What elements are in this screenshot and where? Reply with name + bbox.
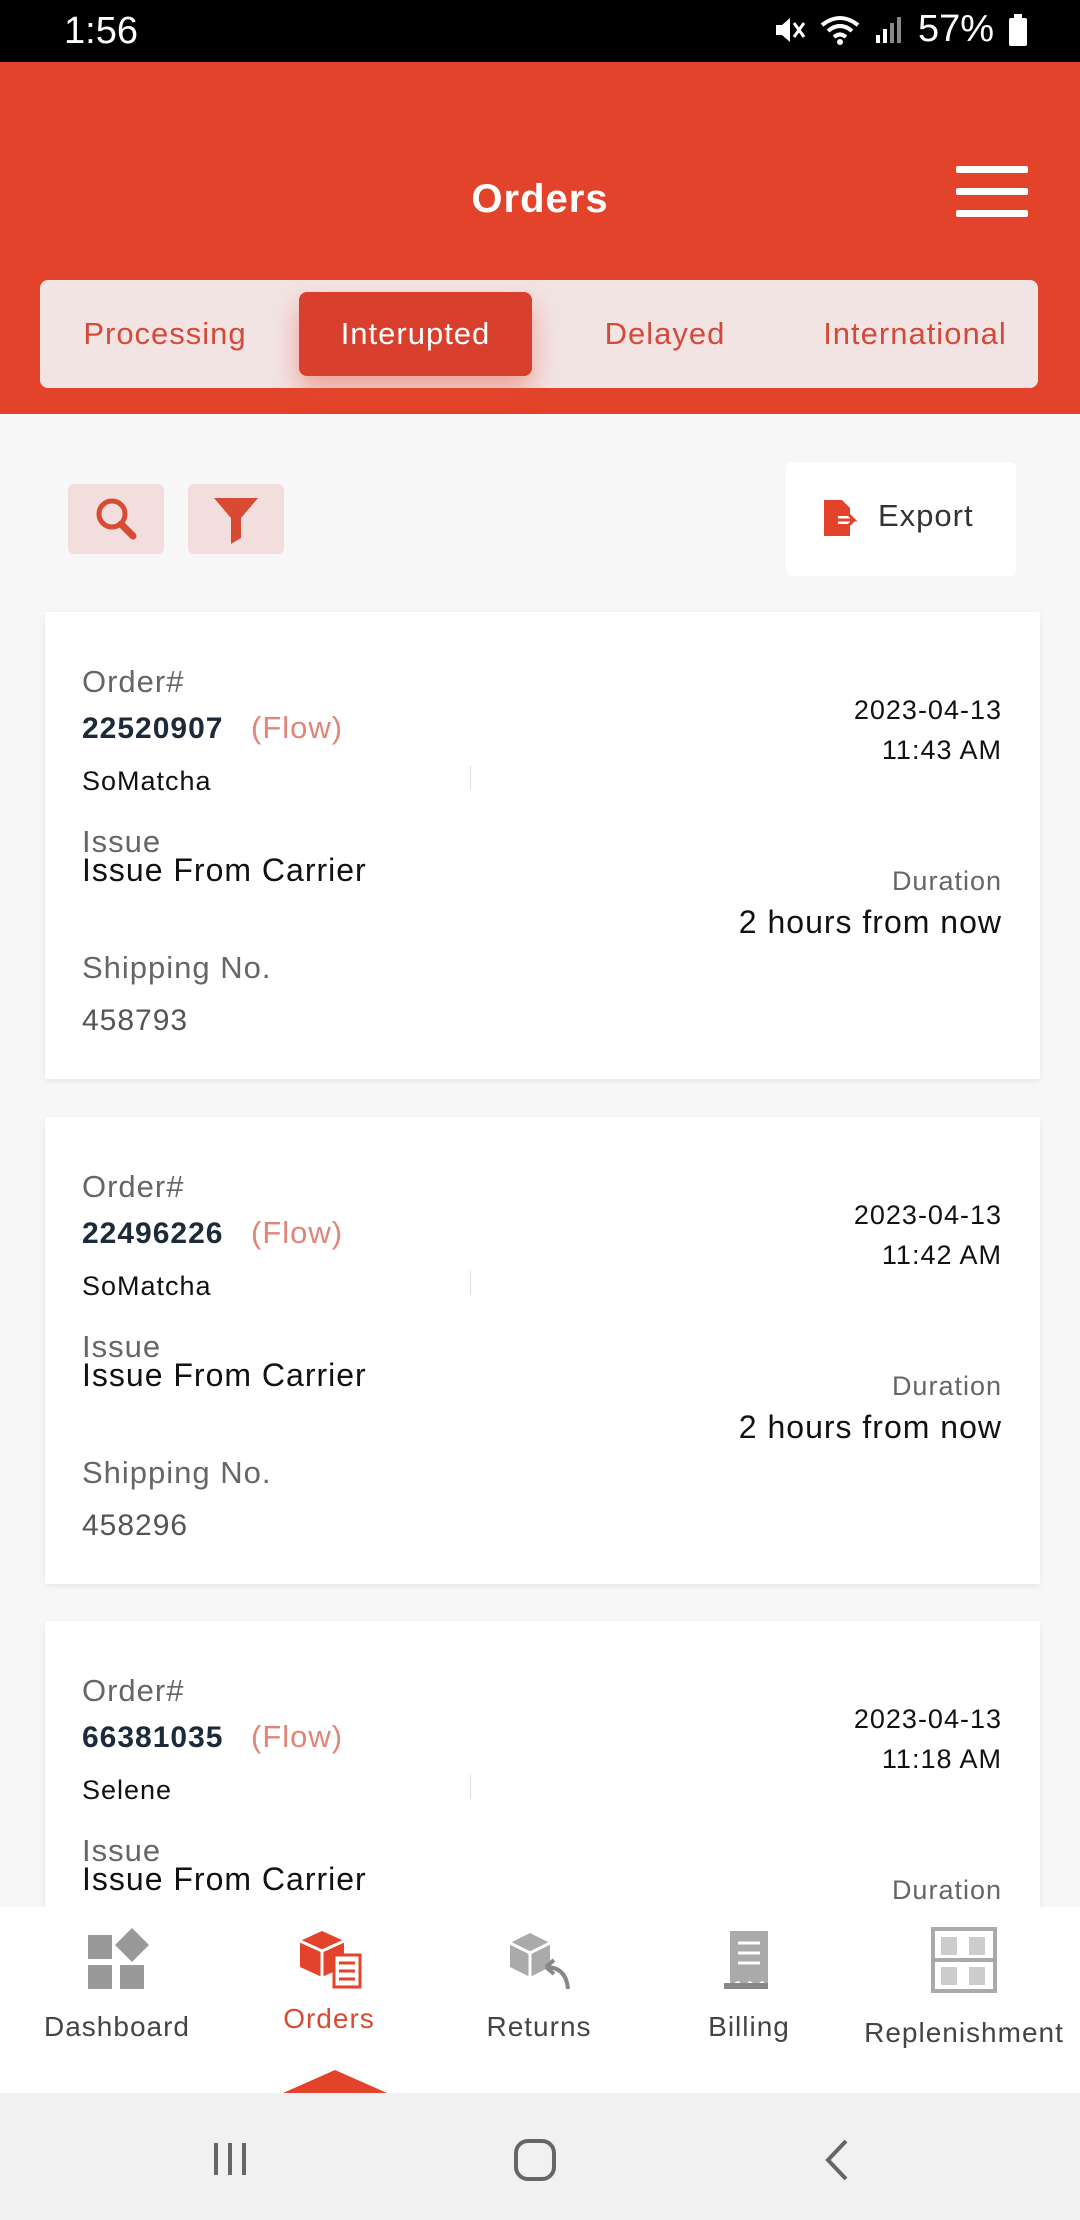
order-card[interactable]: Order# 22496226 (Flow) SoMatcha 2023-04-… xyxy=(45,1117,1040,1584)
shipping-number: 458296 xyxy=(82,1509,189,1542)
store-name: SoMatcha xyxy=(82,766,212,796)
recent-apps-icon[interactable] xyxy=(210,2139,254,2179)
tab-interupted[interactable]: Interupted xyxy=(299,292,532,376)
order-status-tabs: Processing Interupted Delayed Internatio… xyxy=(40,280,1038,388)
dashboard-icon xyxy=(88,1928,149,1989)
order-datetime: 2023-04-13 11:18 AM xyxy=(854,1699,1002,1779)
issue-value: Issue From Carrier xyxy=(82,1357,367,1393)
nav-label: Billing xyxy=(708,2011,790,2042)
back-icon[interactable] xyxy=(822,2137,852,2183)
signal-icon xyxy=(875,16,901,43)
shipping-label: Shipping No. xyxy=(82,1455,272,1490)
store-name: Selene xyxy=(82,1775,173,1805)
order-number: 66381035 xyxy=(82,1721,224,1754)
tab-delayed[interactable]: Delayed xyxy=(550,292,780,376)
mute-icon xyxy=(775,17,806,42)
export-button[interactable]: Export xyxy=(786,462,1016,576)
status-bar: 1:56 57% xyxy=(0,0,1080,62)
issue-value: Issue From Carrier xyxy=(82,852,367,888)
duration-label: Duration xyxy=(891,866,1002,896)
order-time: 11:18 AM xyxy=(881,1744,1002,1774)
replenishment-icon xyxy=(931,1927,997,1993)
order-type: (Flow) xyxy=(251,1719,344,1754)
duration-label: Duration xyxy=(891,1875,1002,1905)
returns-icon xyxy=(509,1933,570,1990)
divider xyxy=(470,766,471,790)
shipping-number: 458793 xyxy=(82,1004,189,1037)
order-date: 2023-04-13 xyxy=(853,1200,1002,1230)
duration-value: 2 hours from now xyxy=(738,904,1002,940)
order-type: (Flow) xyxy=(251,710,344,745)
order-datetime: 2023-04-13 11:43 AM xyxy=(854,690,1002,770)
order-card[interactable]: Order# 22520907 (Flow) SoMatcha 2023-04-… xyxy=(45,612,1040,1079)
order-label: Order# xyxy=(82,1673,185,1708)
billing-icon xyxy=(724,1931,768,1989)
nav-label: Orders xyxy=(283,2003,375,2034)
order-datetime: 2023-04-13 11:42 AM xyxy=(854,1195,1002,1275)
nav-orders[interactable]: Orders xyxy=(224,1907,434,2093)
page-title: Orders xyxy=(471,177,609,221)
order-label: Order# xyxy=(82,1169,185,1204)
order-number: 22520907 xyxy=(82,712,224,745)
bottom-nav: Dashboard Orders Returns Billing Repleni… xyxy=(0,1907,1080,2093)
nav-billing[interactable]: Billing xyxy=(644,1907,854,2093)
divider xyxy=(470,1271,471,1295)
duration-value: 2 hours from now xyxy=(738,1409,1002,1445)
battery-percent: 57% xyxy=(917,8,994,50)
nav-label: Dashboard xyxy=(44,2011,190,2042)
filter-icon xyxy=(214,498,258,544)
filter-button[interactable] xyxy=(188,484,284,554)
home-icon[interactable] xyxy=(512,2137,558,2183)
order-time: 11:42 AM xyxy=(881,1240,1002,1270)
issue-value: Issue From Carrier xyxy=(82,1861,367,1897)
order-label: Order# xyxy=(82,664,185,699)
battery-icon xyxy=(1009,13,1027,46)
nav-returns[interactable]: Returns xyxy=(434,1907,644,2093)
nav-label: Replenishment xyxy=(864,2017,1064,2048)
order-date: 2023-04-13 xyxy=(853,695,1002,725)
orders-icon xyxy=(299,1931,362,1989)
nav-replenishment[interactable]: Replenishment xyxy=(854,1907,1074,2093)
shipping-label: Shipping No. xyxy=(82,950,272,985)
status-time: 1:56 xyxy=(64,10,138,52)
export-icon xyxy=(824,500,858,536)
menu-icon xyxy=(956,166,1028,173)
system-nav-bar xyxy=(0,2093,1080,2220)
divider xyxy=(470,1775,471,1799)
active-nav-indicator xyxy=(283,2070,387,2093)
status-icons: 57% xyxy=(772,8,1028,51)
menu-button[interactable] xyxy=(956,166,1028,218)
order-number: 22496226 xyxy=(82,1217,224,1250)
order-type: (Flow) xyxy=(251,1215,344,1250)
order-date: 2023-04-13 xyxy=(853,1704,1002,1734)
order-time: 11:43 AM xyxy=(881,735,1002,765)
search-button[interactable] xyxy=(68,484,164,554)
header: Orders Processing Interupted Delayed Int… xyxy=(0,62,1080,414)
tab-processing[interactable]: Processing xyxy=(50,292,280,376)
search-icon xyxy=(96,498,137,540)
nav-dashboard[interactable]: Dashboard xyxy=(10,1907,224,2093)
export-label: Export xyxy=(878,498,974,533)
nav-label: Returns xyxy=(486,2011,592,2042)
wifi-icon xyxy=(820,15,860,45)
store-name: SoMatcha xyxy=(82,1271,212,1301)
tab-international[interactable]: International xyxy=(795,292,1035,376)
duration-label: Duration xyxy=(891,1371,1002,1401)
